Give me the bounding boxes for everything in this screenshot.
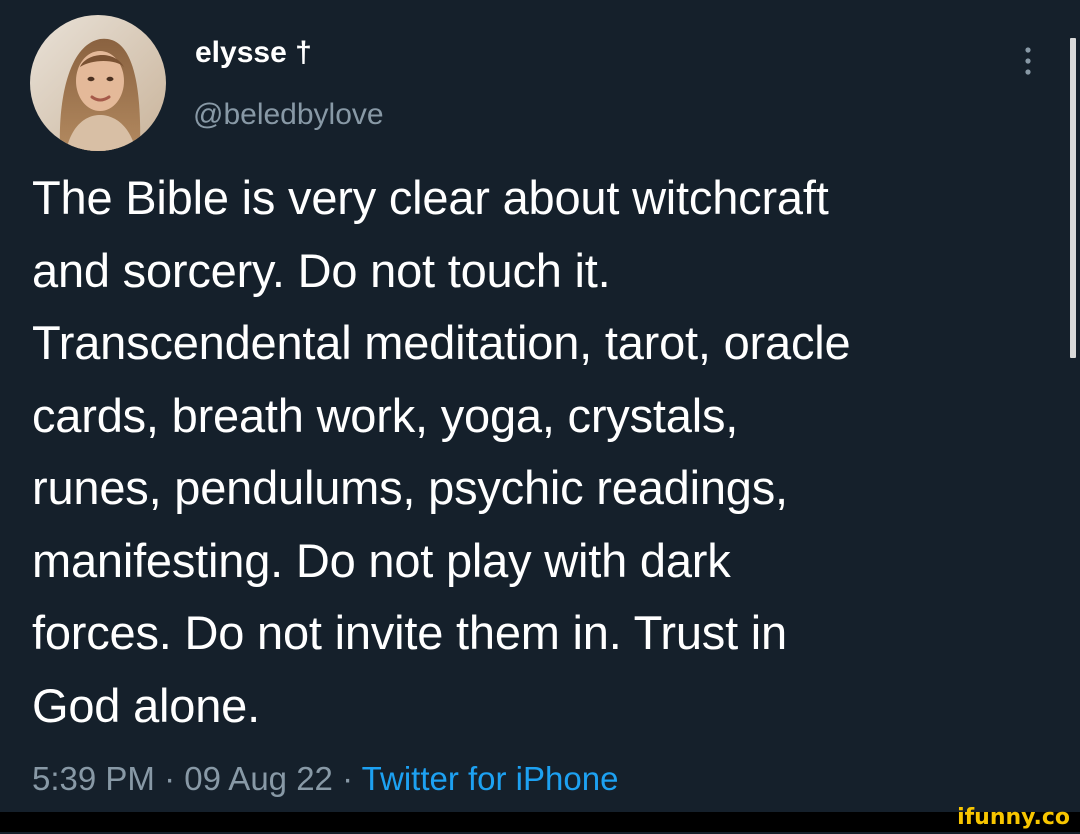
svg-text:ifunny.co: ifunny.co: [957, 805, 1070, 829]
tweet-date[interactable]: 09 Aug 22: [184, 760, 333, 797]
more-vertical-icon[interactable]: [1018, 44, 1038, 84]
tweet-text-line: God alone.: [32, 678, 260, 732]
scrollbar[interactable]: [1070, 38, 1076, 358]
tweet-text-line: cards, breath work, yoga, crystals,: [32, 388, 739, 442]
tweet-text-line: runes, pendulums, psychic readings,: [32, 461, 788, 514]
meta-separator: ·: [342, 760, 354, 797]
tweet-text-line: The Bible is very clear about witchcraft: [32, 171, 829, 224]
tweet-time[interactable]: 5:39 PM: [32, 760, 155, 797]
ifunny-watermark-logo: ifunny.co: [922, 803, 1072, 830]
tweet-text-line: forces. Do not invite them in. Trust in: [32, 606, 787, 659]
tweet-card: elysse † @beledbylove The Bible is very …: [0, 0, 1080, 832]
display-name[interactable]: elysse †: [195, 38, 312, 68]
tweet-text: The Bible is very clear about witchcraft…: [32, 162, 1057, 742]
tweet-text-line: Transcendental meditation, tarot, oracle: [32, 316, 851, 369]
user-handle[interactable]: @beledbylove: [193, 100, 384, 130]
watermark-bar: [0, 812, 1080, 832]
meta-separator: ·: [164, 760, 176, 797]
avatar[interactable]: [30, 15, 166, 151]
tweet-text-line: and sorcery. Do not touch it.: [32, 243, 611, 297]
tweet-metadata: 5:39 PM · 09 Aug 22 · Twitter for iPhone: [32, 762, 618, 795]
tweet-source-link[interactable]: Twitter for iPhone: [362, 760, 619, 797]
tweet-text-line: manifesting. Do not play with dark: [32, 533, 731, 587]
